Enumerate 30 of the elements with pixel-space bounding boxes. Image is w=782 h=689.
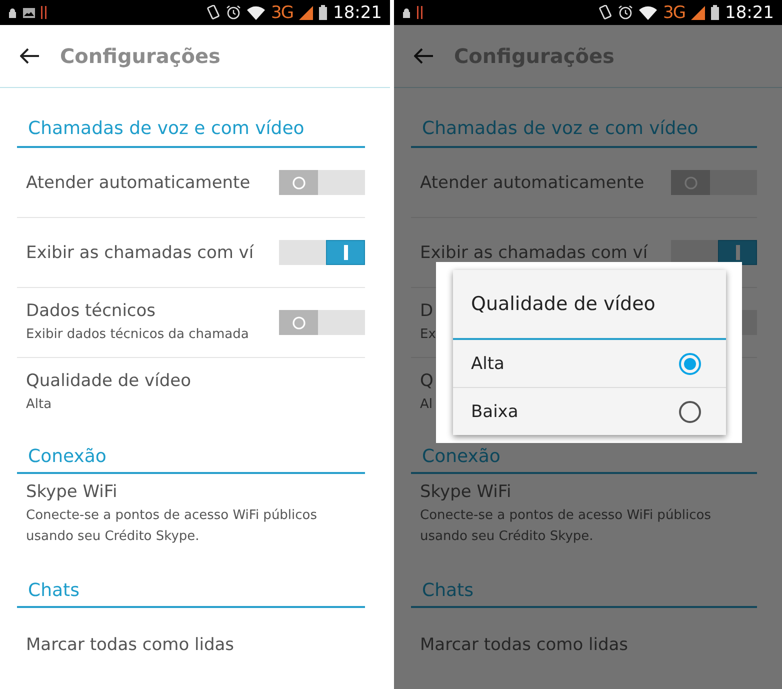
network-type: 3G (663, 2, 685, 22)
setting-label: Qualidade de vídeo (26, 371, 191, 391)
section-header: Chamadas de voz e com vídeo (411, 88, 757, 148)
setting-description: Al (420, 396, 433, 414)
section-header: Chats (17, 562, 365, 608)
setting-description: Exibir dados técnicos da chamada (26, 326, 249, 344)
setting-description: Alta (26, 396, 52, 414)
setting-label: Atender automaticamente (26, 172, 250, 192)
setting-label: Exibir as chamadas com ví (420, 242, 648, 262)
setting-label: Atender automaticamente (420, 172, 644, 192)
setting-label: Skype WiFi (420, 482, 512, 502)
setting-label: D (420, 300, 434, 320)
section-header: Conexão (17, 428, 365, 474)
section-header: Chamadas de voz e com vídeo (17, 88, 365, 148)
setting-description: Conecte-se a pontos de acesso WiFi públicos usando seu Crédito Skype. (420, 507, 712, 546)
clock-time: 18:21 (725, 2, 774, 22)
dialog-title: Qualidade de vídeo (453, 270, 726, 340)
network-type: 3G (271, 2, 293, 22)
setting-label: Marcar todas como lidas (26, 635, 234, 655)
screen-title: Configurações (60, 44, 220, 68)
clock-time: 18:21 (333, 2, 382, 22)
setting-label: Skype WiFi (26, 482, 118, 502)
setting-label: Dados técnicos (26, 300, 156, 320)
section-header: Chats (411, 562, 757, 608)
setting-label: Q (420, 371, 434, 391)
setting-description: Ex (420, 326, 436, 344)
setting-description: Conecte-se a pontos de acesso WiFi públicos usando seu Crédito Skype. (26, 507, 318, 546)
setting-label: Marcar todas como lidas (420, 635, 628, 655)
dialog-option[interactable]: Alta (453, 340, 726, 388)
setting-label: Exibir as chamadas com ví (26, 242, 254, 262)
